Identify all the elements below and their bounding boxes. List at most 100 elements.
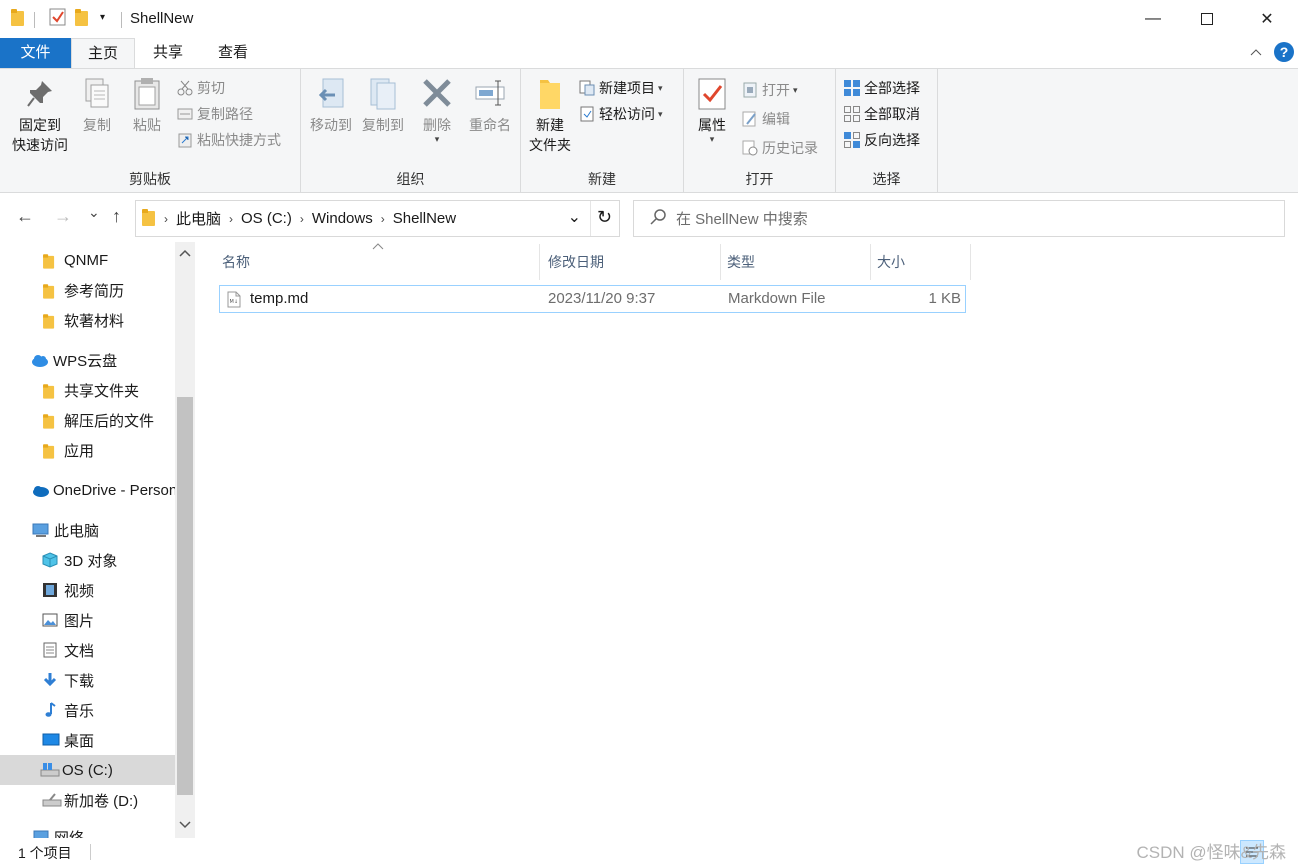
paste-shortcut-button[interactable]: 粘贴快捷方式 — [177, 129, 281, 151]
scroll-thumb[interactable] — [177, 397, 193, 795]
cut-button[interactable]: 剪切 — [177, 77, 225, 99]
scroll-down-icon[interactable] — [179, 820, 191, 832]
nav-item-drive-d[interactable]: 新加卷 (D:) — [42, 787, 138, 813]
up-button[interactable]: ↑ — [112, 206, 121, 227]
nav-item-network[interactable]: 网络 — [32, 824, 84, 838]
nav-item-extracted[interactable]: 解压后的文件 — [42, 407, 154, 433]
nav-item-documents[interactable]: 文档 — [42, 637, 94, 663]
tab-view[interactable]: 查看 — [205, 38, 261, 68]
column-header-size[interactable]: 大小 — [877, 248, 905, 276]
maximize-button[interactable] — [1184, 0, 1230, 38]
open-button[interactable]: 打开 ▾ — [742, 79, 798, 101]
nav-item-qnmf[interactable]: QNMF — [42, 247, 108, 273]
new-item-button[interactable]: 新建项目 ▾ — [579, 77, 663, 99]
scroll-up-icon[interactable] — [179, 248, 191, 260]
column-header-name[interactable]: 名称 — [222, 248, 250, 276]
copy-button[interactable]: 复制 — [76, 77, 118, 135]
address-dropdown-button[interactable]: ⌄ — [568, 207, 581, 227]
nav-item-downloads[interactable]: 下载 — [42, 667, 94, 693]
select-all-button[interactable]: 全部选择 — [844, 77, 920, 99]
properties-check-icon[interactable] — [49, 8, 67, 26]
copy-path-button[interactable]: 复制路径 — [177, 103, 253, 125]
new-folder-button[interactable]: 新建 文件夹 — [525, 77, 575, 155]
ribbon: 固定到 快速访问 复制 粘贴 剪切 复制路径 粘贴快捷方式 剪贴板 移动到 复制… — [0, 68, 1298, 193]
edit-button[interactable]: 编辑 — [742, 108, 790, 130]
paste-label: 粘贴 — [133, 117, 161, 133]
copy-to-button[interactable]: 复制到 — [357, 77, 409, 135]
nav-item-shared-folder[interactable]: 共享文件夹 — [42, 377, 139, 403]
tab-home[interactable]: 主页 — [71, 38, 135, 69]
close-button[interactable]: ✕ — [1244, 0, 1290, 38]
move-to-icon — [315, 77, 347, 111]
column-header-modified[interactable]: 修改日期 — [548, 248, 604, 276]
tab-file[interactable]: 文件 — [0, 38, 71, 68]
nav-item-onedrive[interactable]: OneDrive - Personal — [31, 477, 189, 503]
breadcrumb-shellnew[interactable]: ShellNew — [393, 210, 456, 227]
properties-icon — [696, 77, 728, 111]
nav-item-desktop[interactable]: 桌面 — [42, 727, 94, 753]
desktop-icon — [42, 732, 60, 748]
nav-pane-scrollbar[interactable] — [175, 242, 195, 838]
nav-item-pictures[interactable]: 图片 — [42, 607, 94, 633]
new-folder-quick-icon[interactable] — [75, 8, 89, 26]
rename-label: 重命名 — [469, 117, 511, 133]
nav-item-os-c[interactable]: OS (C:) — [0, 755, 175, 785]
file-name: temp.md — [250, 290, 309, 307]
folder-icon — [42, 282, 58, 299]
nav-item-resume[interactable]: 参考简历 — [42, 277, 124, 303]
properties-button[interactable]: 属性 ▾ — [690, 77, 734, 144]
nav-item-music[interactable]: 音乐 — [42, 697, 94, 723]
help-button[interactable]: ? — [1274, 42, 1294, 62]
item-count: 1 个项目 — [18, 845, 72, 861]
easy-access-button[interactable]: 轻松访问 ▾ — [579, 103, 663, 125]
history-button[interactable]: 历史记录 — [742, 137, 818, 159]
invert-selection-button[interactable]: 反向选择 — [844, 129, 920, 151]
copy-to-icon — [367, 77, 399, 111]
shared-folder-icon — [42, 382, 58, 399]
forward-button[interactable]: → — [54, 206, 72, 227]
address-bar[interactable]: › 此电脑 › OS (C:) › Windows › ShellNew ⌄ ↻ — [135, 200, 620, 237]
column-header-type[interactable]: 类型 — [727, 248, 755, 276]
minimize-button[interactable]: — — [1130, 0, 1176, 38]
new-group-label: 新建 — [588, 171, 616, 187]
paste-button[interactable]: 粘贴 — [124, 77, 170, 135]
navigation-pane: QNMF 参考简历 软著材料 WPS云盘 共享文件夹 解压后的文件 应用 One… — [0, 242, 197, 838]
back-button[interactable]: ← — [16, 206, 34, 227]
breadcrumb-this-pc[interactable]: 此电脑 — [176, 208, 221, 229]
nav-item-this-pc[interactable]: 此电脑 — [32, 517, 99, 543]
download-icon — [42, 672, 58, 688]
pin-quick-access-button[interactable]: 固定到 快速访问 — [8, 77, 72, 155]
select-all-icon — [844, 80, 860, 96]
move-to-button[interactable]: 移动到 — [305, 77, 357, 135]
tab-share[interactable]: 共享 — [140, 38, 196, 68]
rename-button[interactable]: 重命名 — [463, 77, 517, 135]
nav-item-materials[interactable]: 软著材料 — [42, 307, 124, 333]
pin-icon — [24, 77, 56, 111]
organize-group-label: 组织 — [396, 171, 425, 187]
breadcrumb-os-c[interactable]: OS (C:) — [241, 210, 292, 227]
paste-shortcut-icon — [177, 132, 193, 148]
nav-item-apps[interactable]: 应用 — [42, 437, 94, 463]
cube-icon — [42, 552, 58, 568]
recent-locations-button[interactable]: ⌄ — [88, 204, 100, 221]
rename-icon — [474, 77, 506, 111]
nav-item-3d-objects[interactable]: 3D 对象 — [42, 547, 117, 573]
search-box[interactable]: 在 ShellNew 中搜索 — [633, 200, 1285, 237]
collapse-ribbon-icon[interactable] — [1250, 43, 1262, 59]
folder-icon — [42, 252, 58, 269]
group-new: 新建 文件夹 新建项目 ▾ 轻松访问 ▾ 新建 — [521, 69, 684, 193]
file-row[interactable]: M↓ temp.md 2023/11/20 9:37 Markdown File… — [219, 285, 966, 313]
breadcrumb-windows[interactable]: Windows — [312, 210, 373, 227]
folder-icon — [42, 412, 58, 429]
window-title: ShellNew — [130, 10, 194, 27]
select-none-button[interactable]: 全部取消 — [844, 103, 920, 125]
nav-item-wps-cloud[interactable]: WPS云盘 — [31, 347, 117, 373]
copy-path-icon — [177, 106, 193, 122]
customize-quick-access-icon[interactable]: ▾ — [100, 12, 105, 23]
group-select: 全部选择 全部取消 反向选择 选择 — [836, 69, 938, 193]
delete-button[interactable]: 删除 ▾ — [417, 77, 457, 144]
svg-text:M↓: M↓ — [230, 299, 239, 305]
refresh-button[interactable]: ↻ — [597, 207, 612, 228]
scissors-icon — [177, 80, 193, 96]
nav-item-videos[interactable]: 视频 — [42, 577, 94, 603]
